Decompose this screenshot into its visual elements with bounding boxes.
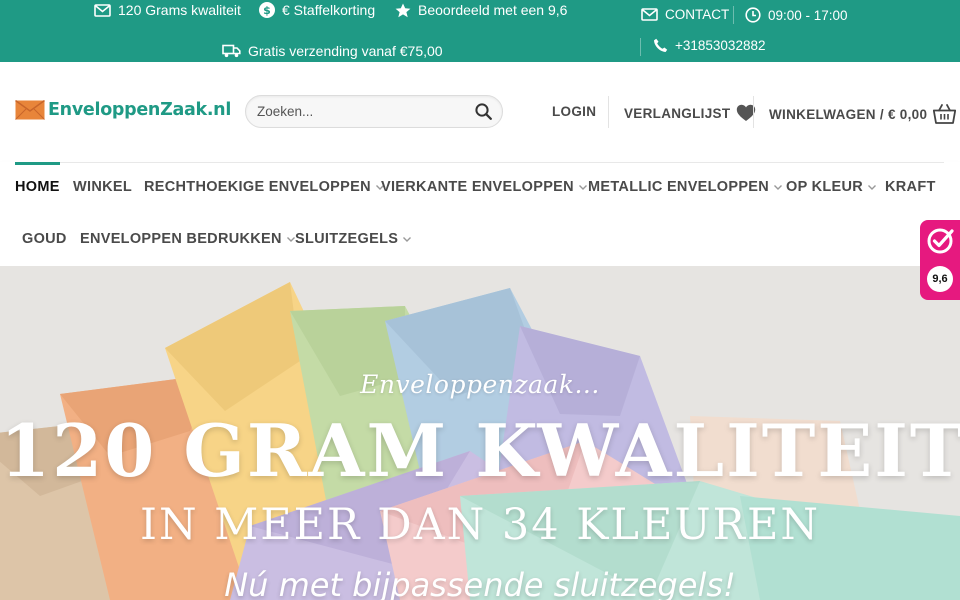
nav-item-home[interactable]: HOME	[15, 179, 60, 195]
mail-icon	[641, 8, 658, 21]
shopping-basket-icon	[933, 104, 957, 124]
usp-discount-text: € Staffelkorting	[282, 2, 376, 18]
contact-text: CONTACT	[665, 7, 730, 22]
hero-subtitle: IN MEER DAN 34 KLEUREN	[139, 500, 821, 550]
hero-script-text: Enveloppenzaak...	[360, 370, 600, 399]
opening-hours-text: 09:00 - 17:00	[768, 7, 848, 23]
nav-item-op-kleur[interactable]: OP KLEUR	[786, 179, 878, 195]
usp-rating-text: Beoordeeld met een 9,6	[418, 2, 568, 18]
nav-item-kraft[interactable]: KRAFT	[885, 179, 936, 195]
nav-label: ENVELOPPEN BEDRUKKEN	[80, 231, 282, 247]
search-box	[245, 95, 503, 128]
rating-score: 9,6	[927, 266, 953, 292]
chevron-down-icon	[403, 237, 412, 242]
site-logo[interactable]: EnveloppenZaak.nl	[15, 100, 231, 120]
kiyoh-check-icon	[927, 228, 954, 254]
nav-item-goud[interactable]: GOUD	[22, 231, 67, 247]
hero-banner[interactable]: Enveloppenzaak... 120 GRAM KWALITEIT IN …	[0, 266, 960, 600]
hero-title: 120 GRAM KWALITEIT	[0, 408, 960, 493]
chevron-down-icon	[868, 185, 877, 190]
opening-hours: 09:00 - 17:00	[745, 7, 848, 23]
rating-badge[interactable]: 9,6	[920, 220, 960, 300]
header-divider-2	[753, 96, 754, 128]
phone-link[interactable]: +31853032882	[653, 38, 765, 53]
topbar-divider	[733, 6, 734, 24]
truck-icon	[222, 44, 241, 58]
nav-top-border	[15, 162, 944, 163]
topbar-divider-2	[640, 38, 641, 56]
wishlist-text: VERLANGLIJST	[624, 105, 731, 121]
phone-icon	[654, 38, 668, 52]
nav-item-winkel[interactable]: WINKEL	[73, 179, 132, 195]
nav-item-rechthoekige-enveloppen[interactable]: RECHTHOEKIGE ENVELOPPEN	[144, 179, 386, 195]
nav-item-enveloppen-bedrukken[interactable]: ENVELOPPEN BEDRUKKEN	[80, 231, 297, 247]
usp-discount: $ € Staffelkorting	[259, 2, 375, 18]
nav-label: METALLIC ENVELOPPEN	[588, 179, 770, 195]
cart-text: WINKELWAGEN / € 0,00	[769, 106, 928, 122]
envelope-logo-icon	[15, 100, 45, 120]
nav-label: OP KLEUR	[786, 179, 864, 195]
nav-label: HOME	[15, 179, 60, 195]
nav-item-sluitzegels[interactable]: SLUITZEGELS	[295, 231, 413, 247]
usp-quality-text: 120 Grams kwaliteit	[118, 2, 241, 18]
wishlist-link[interactable]: VERLANGLIJST	[624, 104, 756, 122]
usp-shipping: Gratis verzending vanaf €75,00	[222, 43, 443, 59]
usp-quality: 120 Grams kwaliteit	[94, 2, 241, 18]
nav-item-metallic-enveloppen[interactable]: METALLIC ENVELOPPEN	[588, 179, 784, 195]
cart-link[interactable]: WINKELWAGEN / € 0,00	[769, 104, 957, 124]
nav-label: KRAFT	[885, 179, 936, 195]
header: EnveloppenZaak.nl LOGIN VERLANGLIJST WIN…	[0, 62, 960, 162]
nav-label: GOUD	[22, 231, 67, 247]
contact-link[interactable]: CONTACT	[641, 7, 729, 22]
dollar-circle-icon: $	[259, 2, 275, 18]
login-link[interactable]: LOGIN	[552, 104, 596, 119]
main-navigation: HOME WINKEL RECHTHOEKIGE ENVELOPPEN VIER…	[0, 162, 960, 266]
chevron-down-icon	[774, 185, 783, 190]
top-bar: 120 Grams kwaliteit $ € Staffelkorting B…	[0, 0, 960, 62]
search-icon[interactable]	[475, 103, 492, 120]
phone-text: +31853032882	[675, 38, 766, 53]
nav-active-indicator	[15, 162, 60, 165]
nav-label: SLUITZEGELS	[295, 231, 399, 247]
search-input[interactable]	[257, 104, 475, 119]
nav-label: VIERKANTE ENVELOPPEN	[381, 179, 574, 195]
usp-shipping-text: Gratis verzending vanaf €75,00	[248, 43, 443, 59]
logo-text: EnveloppenZaak.nl	[48, 100, 232, 120]
svg-text:$: $	[263, 4, 271, 17]
envelope-icon	[94, 3, 111, 17]
nav-label: RECHTHOEKIGE ENVELOPPEN	[144, 179, 371, 195]
nav-label: WINKEL	[73, 179, 132, 195]
nav-item-vierkante-enveloppen[interactable]: VIERKANTE ENVELOPPEN	[381, 179, 589, 195]
star-icon	[395, 3, 411, 17]
usp-rating: Beoordeeld met een 9,6	[395, 2, 567, 18]
hero-tagline: Nú met bijpassende sluitzegels!	[224, 566, 736, 600]
header-divider	[608, 96, 609, 128]
clock-icon	[745, 7, 761, 23]
